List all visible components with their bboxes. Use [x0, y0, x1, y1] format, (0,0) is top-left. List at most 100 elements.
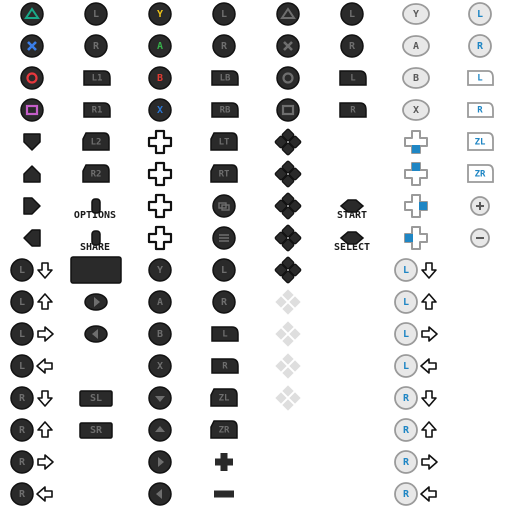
svg-text:A: A: [413, 41, 419, 52]
sr-button-icon: SR: [64, 414, 128, 446]
right-stick-up-icon: R: [0, 414, 64, 446]
light-left-stick-right-icon: L: [384, 318, 448, 350]
svg-text:R: R: [403, 425, 410, 436]
xbox-y-button-icon: Y: [128, 0, 192, 30]
dpad-down-arrow-icon: [0, 126, 64, 158]
dpad-cluster-up-icon: [256, 158, 320, 190]
ps-triangle-dark-icon: [256, 0, 320, 30]
svg-text:R: R: [19, 393, 26, 404]
svg-text:R: R: [403, 393, 410, 404]
plus-button-icon: [192, 446, 256, 478]
svg-text:ZR: ZR: [219, 426, 230, 436]
lt-trigger-icon: LT: [192, 126, 256, 158]
light-right-stick-right-icon: R: [384, 446, 448, 478]
svg-text:R1: R1: [92, 106, 103, 116]
rb-bumper-icon: RB: [192, 94, 256, 126]
svg-text:R: R: [222, 362, 228, 372]
joycon-right-side-icon: [64, 286, 128, 318]
svg-text:R: R: [221, 41, 228, 52]
stick-left-icon: L: [192, 254, 256, 286]
svg-text:L2: L2: [91, 138, 102, 148]
switch-dpad-right-icon: [384, 190, 448, 222]
xbox-b-button-icon: B: [128, 62, 192, 94]
dpad-right-arrow-icon: [0, 190, 64, 222]
r2-trigger-icon: R2: [64, 158, 128, 190]
svg-text:R: R: [403, 457, 410, 468]
xbox-left-stick-icon: L: [192, 0, 256, 30]
ps-cross-button-icon: [0, 30, 64, 62]
svg-text:R: R: [93, 41, 100, 52]
svg-text:L: L: [477, 74, 483, 84]
light-right-stick-up-icon: R: [384, 414, 448, 446]
share-button-icon: [64, 222, 128, 254]
svg-text:R: R: [477, 106, 483, 116]
dpad-cluster-down-icon: [256, 126, 320, 158]
svg-text:RT: RT: [219, 170, 230, 180]
dpad-right-icon: [128, 222, 192, 254]
dpad-down-icon: [128, 158, 192, 190]
svg-text:R: R: [221, 297, 228, 308]
svg-text:X: X: [413, 105, 419, 116]
ps-square-button-icon: [0, 94, 64, 126]
l2-trigger-icon: L2: [64, 126, 128, 158]
svg-text:SL: SL: [90, 393, 102, 404]
ps-square-dark-icon: [256, 94, 320, 126]
touchpad-icon: [64, 254, 128, 286]
stick-right-icon: R: [192, 286, 256, 318]
rt-trigger-icon: RT: [192, 158, 256, 190]
svg-text:ZL: ZL: [219, 394, 230, 404]
svg-text:L: L: [477, 9, 483, 20]
right-stick-down-icon: R: [0, 382, 64, 414]
svg-text:SR: SR: [90, 425, 103, 436]
svg-text:R: R: [349, 41, 356, 52]
svg-text:R: R: [19, 457, 26, 468]
svg-text:L: L: [19, 361, 25, 372]
svg-text:L: L: [19, 297, 25, 308]
dpad-left-arrow-icon: [0, 222, 64, 254]
joycon-left-side-icon: [64, 318, 128, 350]
svg-text:B: B: [413, 73, 419, 84]
svg-text:X: X: [157, 361, 163, 372]
svg-text:L: L: [221, 265, 227, 276]
svg-text:L: L: [403, 297, 409, 308]
svg-text:L: L: [221, 9, 227, 20]
switch-dpad-left-icon: [384, 222, 448, 254]
switch-dpad-down-icon: [384, 126, 448, 158]
xbox-menu-button-icon: [192, 222, 256, 254]
r1-bumper-icon: R1: [64, 94, 128, 126]
dpad-cluster-right-icon: [256, 222, 320, 254]
left-stick-right-icon: L: [0, 318, 64, 350]
svg-text:L: L: [19, 265, 25, 276]
controller-icon-sheet: OPTIONS SHARE START SELECT L R L1 R1 L2 R2 Y A B…: [0, 0, 512, 512]
dpad-up-button-icon: [128, 414, 192, 446]
left-stick-down-icon: L: [0, 254, 64, 286]
dpad-cluster-faded-icon: [256, 318, 320, 350]
switch-l-button-icon: L: [448, 62, 512, 94]
svg-text:R: R: [19, 425, 26, 436]
svg-text:L: L: [93, 9, 99, 20]
switch-plus-button-icon: [448, 190, 512, 222]
y-button-outline-icon: Y: [128, 254, 192, 286]
switch-b-button-icon: B: [384, 62, 448, 94]
lb-bumper-icon: LB: [192, 62, 256, 94]
light-left-stick-up-icon: L: [384, 286, 448, 318]
switch-minus-button-icon: [448, 222, 512, 254]
switch-zr-trigger-icon: ZR: [448, 158, 512, 190]
svg-text:Y: Y: [413, 9, 419, 20]
svg-text:LT: LT: [219, 138, 230, 148]
sl-button-icon: SL: [64, 382, 128, 414]
ps-circle-dark-icon: [256, 62, 320, 94]
joycon-zl-trigger-icon: ZL: [192, 382, 256, 414]
svg-text:Y: Y: [157, 9, 163, 20]
joycon-zr-trigger-icon: ZR: [192, 414, 256, 446]
xbox-x-button-icon: X: [128, 94, 192, 126]
svg-text:R: R: [477, 41, 484, 52]
dpad-right-button-icon: [128, 446, 192, 478]
svg-text:B: B: [157, 329, 163, 340]
dpad-cluster-faded-icon: [256, 382, 320, 414]
joycon-r-button-icon: R: [192, 350, 256, 382]
dpad-cluster-faded-icon: [256, 350, 320, 382]
svg-text:R: R: [19, 489, 26, 500]
b-button-outline-icon: B: [128, 318, 192, 350]
joycon-l-button-icon: L: [192, 318, 256, 350]
